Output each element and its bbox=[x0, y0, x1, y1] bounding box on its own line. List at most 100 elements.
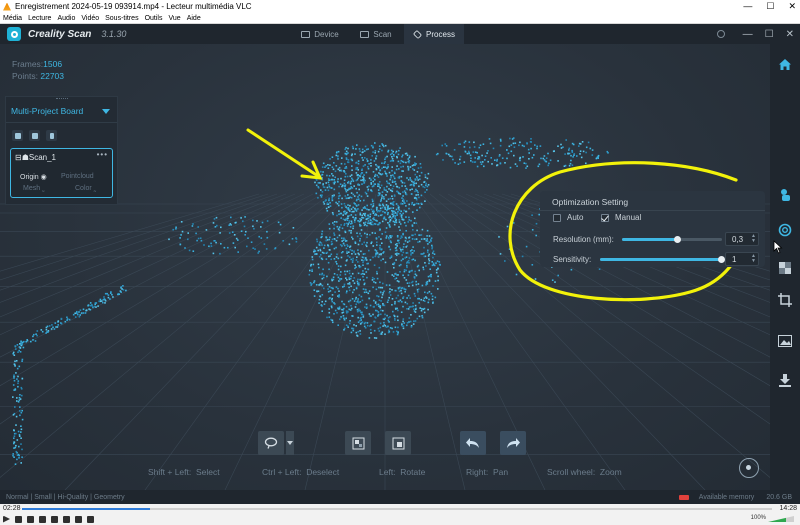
point bbox=[390, 149, 393, 152]
point bbox=[430, 275, 432, 278]
vlc-maximize-button[interactable]: ☐ bbox=[766, 0, 774, 13]
manual-checkbox[interactable]: Manual bbox=[601, 213, 641, 222]
settings-gear-icon[interactable] bbox=[716, 30, 725, 38]
crop-button[interactable] bbox=[777, 292, 793, 308]
tab-scan[interactable]: Scan bbox=[348, 24, 404, 44]
vlc-fullscreen-button[interactable] bbox=[51, 515, 58, 523]
tab-device[interactable]: Device bbox=[292, 24, 348, 44]
vlc-play-button[interactable] bbox=[3, 515, 10, 523]
vlc-shuffle-button[interactable] bbox=[87, 515, 94, 523]
export-button[interactable] bbox=[777, 372, 793, 388]
collapse-caret-icon[interactable] bbox=[102, 109, 110, 114]
point bbox=[356, 301, 358, 303]
vlc-menu-help[interactable]: Aide bbox=[184, 15, 204, 22]
vlc-menu-audio[interactable]: Audio bbox=[54, 15, 78, 22]
point bbox=[531, 229, 534, 231]
origin-toggle[interactable]: Origin ◉ bbox=[20, 173, 47, 181]
point bbox=[359, 333, 362, 335]
sensitivity-slider-knob[interactable] bbox=[717, 255, 725, 263]
vlc-next-button[interactable] bbox=[39, 515, 46, 523]
point-select-button[interactable] bbox=[777, 187, 793, 203]
more-options-icon[interactable]: ••• bbox=[97, 150, 108, 159]
auto-checkbox[interactable]: Auto bbox=[553, 213, 583, 222]
color-map-button[interactable] bbox=[777, 260, 793, 276]
app-minimize-button[interactable]: — bbox=[743, 29, 753, 40]
point bbox=[332, 321, 334, 324]
resolution-input[interactable]: 0,3 ▲ ▼ bbox=[725, 232, 759, 246]
sensitivity-spinner-icon[interactable]: ▲ ▼ bbox=[751, 254, 756, 264]
drag-handle[interactable] bbox=[56, 98, 68, 100]
add-project-button[interactable] bbox=[12, 130, 23, 141]
point bbox=[413, 204, 415, 206]
vlc-progress-track[interactable] bbox=[22, 508, 772, 510]
point bbox=[374, 150, 377, 152]
vlc-menu-video[interactable]: Vidéo bbox=[78, 15, 102, 22]
vlc-close-button[interactable]: ✕ bbox=[788, 0, 796, 13]
point bbox=[13, 363, 16, 365]
vlc-menu-tools[interactable]: Outils bbox=[142, 15, 166, 22]
vlc-loop-button[interactable] bbox=[75, 515, 82, 523]
vlc-menu-subtitles[interactable]: Sous-titres bbox=[102, 15, 141, 22]
point bbox=[55, 326, 57, 328]
point bbox=[359, 212, 362, 215]
point bbox=[389, 327, 392, 329]
mesh-toggle[interactable]: Mesh ˷ bbox=[23, 185, 44, 192]
sensitivity-slider[interactable] bbox=[600, 255, 725, 263]
point bbox=[328, 199, 330, 202]
scan-card[interactable]: ⊟☗Scan_1 ••• Origin ◉ Pointcloud Mesh ˷ … bbox=[10, 148, 113, 198]
vlc-menu-media[interactable]: Média bbox=[0, 15, 25, 22]
delete-project-button[interactable] bbox=[46, 130, 57, 141]
texture-button[interactable] bbox=[777, 333, 793, 349]
resolution-spinner-icon[interactable]: ▲ ▼ bbox=[751, 234, 756, 244]
vlc-menu-playback[interactable]: Lecture bbox=[25, 15, 54, 22]
invert-selection-button[interactable] bbox=[345, 431, 371, 455]
pointcloud-toggle[interactable]: Pointcloud bbox=[61, 173, 94, 180]
color-map-icon bbox=[779, 262, 791, 274]
app-maximize-button[interactable]: ☐ bbox=[765, 29, 774, 40]
resolution-slider[interactable] bbox=[622, 235, 722, 243]
point bbox=[359, 200, 362, 202]
auto-checkbox-box[interactable] bbox=[553, 213, 561, 222]
point bbox=[381, 194, 383, 196]
undo-button[interactable] bbox=[460, 431, 486, 455]
redo-button[interactable] bbox=[500, 431, 526, 455]
vlc-playlist-button[interactable] bbox=[63, 515, 70, 523]
reset-view-icon[interactable] bbox=[739, 458, 759, 478]
resolution-slider-knob[interactable] bbox=[673, 235, 681, 243]
point bbox=[257, 252, 259, 254]
vlc-volume-slider[interactable] bbox=[768, 516, 794, 522]
hint-select-key: Shift + Left: bbox=[148, 467, 192, 477]
point bbox=[376, 277, 379, 280]
point bbox=[415, 283, 418, 286]
point bbox=[423, 252, 425, 255]
quality-status: Normal | Small | Hi-Quality | Geometry bbox=[6, 493, 125, 501]
3d-viewport[interactable]: Frames:1506 Points: 22703 Multi-Project … bbox=[0, 44, 770, 490]
home-button[interactable] bbox=[777, 56, 793, 72]
vlc-menu-view[interactable]: Vue bbox=[166, 15, 184, 22]
point bbox=[585, 162, 587, 165]
vlc-minimize-button[interactable]: — bbox=[743, 0, 752, 13]
tab-process[interactable]: Process bbox=[404, 24, 464, 44]
manual-checkbox-box[interactable] bbox=[601, 213, 609, 222]
open-folder-button[interactable] bbox=[29, 130, 40, 141]
sensitivity-input[interactable]: 1 ▲ ▼ bbox=[725, 252, 759, 266]
vlc-prev-button[interactable] bbox=[15, 515, 22, 523]
point bbox=[370, 162, 372, 164]
select-mode-dropdown[interactable] bbox=[286, 431, 294, 455]
point bbox=[111, 293, 113, 296]
point bbox=[412, 258, 415, 261]
point bbox=[549, 159, 552, 162]
lasso-select-button[interactable] bbox=[258, 431, 284, 455]
point bbox=[398, 226, 400, 228]
point bbox=[359, 265, 362, 268]
color-toggle[interactable]: Color ˷ bbox=[75, 185, 96, 192]
delete-selection-button[interactable] bbox=[385, 431, 411, 455]
point bbox=[395, 150, 398, 153]
optimize-button[interactable] bbox=[777, 222, 793, 238]
frames-value: 1506 bbox=[43, 59, 63, 69]
point bbox=[394, 217, 396, 220]
vlc-stop-button[interactable] bbox=[27, 515, 34, 523]
point bbox=[411, 180, 413, 183]
app-close-button[interactable]: ✕ bbox=[786, 29, 794, 40]
point bbox=[388, 224, 391, 227]
